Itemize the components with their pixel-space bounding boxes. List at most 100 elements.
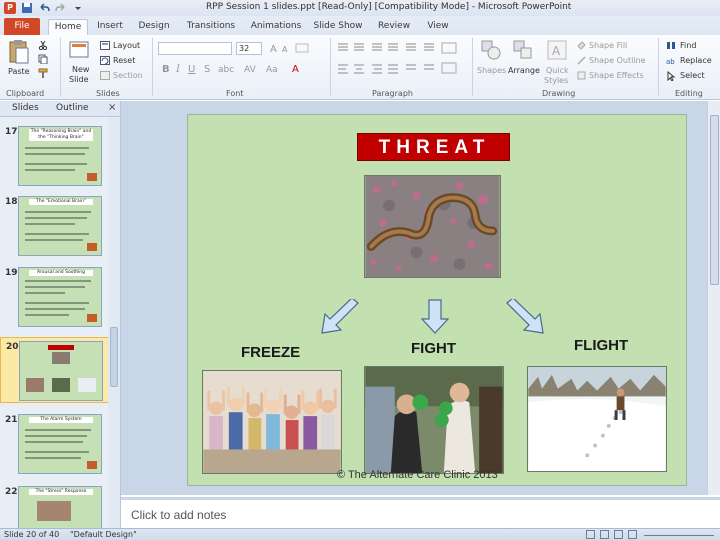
- slide-number: 18: [5, 197, 18, 207]
- font-name-combo[interactable]: [158, 42, 232, 55]
- slides-group-label: Slides: [96, 89, 120, 98]
- tab-review[interactable]: Review: [374, 19, 414, 35]
- normal-view-icon[interactable]: [586, 530, 595, 539]
- section-icon[interactable]: [100, 71, 110, 80]
- arrow-to-flight[interactable]: [505, 299, 545, 335]
- find-icon[interactable]: [666, 41, 676, 51]
- cut-icon[interactable]: [38, 40, 48, 50]
- tab-design[interactable]: Design: [134, 19, 174, 35]
- tab-slide-show[interactable]: Slide Show: [312, 19, 364, 35]
- threat-title-box[interactable]: THREAT: [357, 133, 510, 161]
- slides-pane-scrollbar[interactable]: [108, 118, 120, 528]
- thumbnail-text-line: [25, 286, 85, 288]
- freeze-photo[interactable]: [202, 370, 342, 474]
- svg-text:A: A: [270, 44, 277, 54]
- replace-icon[interactable]: ab: [666, 56, 676, 66]
- new-slide-icon[interactable]: [68, 39, 90, 61]
- ribbon-tabs: File Home Insert Design Transitions Anim…: [0, 16, 720, 35]
- slide-thumbnail-17[interactable]: 17 The "Reasoning Brain" and the "Thinki…: [0, 123, 114, 189]
- paragraph-format-icons[interactable]: [336, 41, 466, 81]
- tab-home[interactable]: Home: [48, 19, 88, 35]
- font-format-icons[interactable]: B I U Sabc AV Aa A: [160, 62, 320, 74]
- fight-photo[interactable]: [364, 366, 504, 474]
- shape-fill-button[interactable]: Shape Fill: [589, 41, 627, 50]
- title-bar: P RPP Session 1 slides.ppt [Read-Only] […: [0, 0, 720, 16]
- arrow-to-freeze[interactable]: [318, 299, 360, 335]
- layout-button[interactable]: Layout: [113, 41, 140, 50]
- slide-thumbnail-21[interactable]: 21 The Alarm System: [0, 411, 114, 477]
- paste-icon[interactable]: [8, 39, 30, 65]
- slide-thumbnail-18[interactable]: 18 The "Emotional Brain": [0, 193, 114, 259]
- freeze-label[interactable]: FREEZE: [241, 344, 300, 361]
- format-painter-icon[interactable]: [38, 68, 48, 78]
- zoom-slider[interactable]: [644, 535, 714, 536]
- fight-label[interactable]: FIGHT: [411, 340, 456, 357]
- new-slide-label-1[interactable]: New: [72, 65, 89, 74]
- tab-outline[interactable]: Outline: [56, 103, 89, 113]
- flight-photo[interactable]: [527, 366, 667, 472]
- shape-fill-icon[interactable]: [577, 41, 586, 50]
- snake-photo[interactable]: [364, 175, 501, 278]
- slide-number: 21: [5, 415, 18, 425]
- tab-slides[interactable]: Slides: [12, 103, 39, 113]
- tab-animations[interactable]: Animations: [248, 19, 304, 35]
- editing-scroll-thumb[interactable]: [710, 115, 719, 285]
- slide-thumbnail-19[interactable]: 19 Arousal and Soothing: [0, 264, 114, 330]
- select-icon[interactable]: [666, 71, 676, 81]
- thumbnail-threat-box: [48, 345, 74, 350]
- font-grow-shrink-icons[interactable]: AA: [268, 42, 314, 54]
- select-button[interactable]: Select: [680, 71, 705, 80]
- tab-transitions[interactable]: Transitions: [182, 19, 240, 35]
- tab-file[interactable]: File: [4, 18, 40, 35]
- reading-view-icon[interactable]: [614, 530, 623, 539]
- tab-insert[interactable]: Insert: [92, 19, 128, 35]
- house-logo-icon: [87, 173, 97, 181]
- thumbnail-text-line: [25, 280, 91, 282]
- section-button[interactable]: Section: [113, 71, 143, 80]
- notes-pane[interactable]: Click to add notes: [121, 497, 720, 528]
- slide-show-view-icon[interactable]: [628, 530, 637, 539]
- slide-footer[interactable]: © The Alternate Care Clinic 2013: [337, 469, 498, 481]
- replace-button[interactable]: Replace: [680, 56, 712, 65]
- reset-button[interactable]: Reset: [113, 56, 135, 65]
- new-slide-label-2[interactable]: Slide: [69, 75, 89, 84]
- slides-pane-scroll-thumb[interactable]: [110, 327, 118, 387]
- undo-icon[interactable]: [38, 2, 50, 14]
- flight-label[interactable]: FLIGHT: [574, 337, 628, 354]
- arrange-button[interactable]: Arrange: [508, 66, 540, 75]
- notes-placeholder[interactable]: Click to add notes: [131, 508, 226, 522]
- copy-icon[interactable]: [38, 54, 48, 64]
- powerpoint-app-icon[interactable]: P: [4, 2, 16, 14]
- quick-access-toolbar: P: [4, 2, 84, 14]
- thumbnail-title: The Alarm System: [29, 417, 93, 423]
- shapes-icon[interactable]: [480, 39, 502, 61]
- shape-outline-icon[interactable]: [577, 56, 586, 65]
- save-icon[interactable]: [21, 2, 33, 14]
- shape-effects-icon[interactable]: [577, 71, 586, 80]
- slide-thumbnail-20-selected[interactable]: 20: [0, 337, 114, 403]
- reset-icon[interactable]: [100, 56, 110, 65]
- ribbon-separator: [472, 38, 473, 96]
- shape-outline-button[interactable]: Shape Outline: [589, 56, 646, 65]
- layout-icon[interactable]: [100, 41, 110, 50]
- quick-styles-label-1[interactable]: Quick: [546, 66, 569, 75]
- thumbnail-title: Arousal and Soothing: [29, 270, 93, 276]
- arrow-to-fight[interactable]: [420, 299, 450, 335]
- paste-label[interactable]: Paste: [8, 67, 30, 76]
- shape-effects-button[interactable]: Shape Effects: [589, 71, 644, 80]
- slide-thumbnail-22[interactable]: 22 The "Stress" Response: [0, 483, 114, 528]
- arrange-icon[interactable]: [512, 39, 534, 61]
- editing-scrollbar[interactable]: [707, 101, 720, 495]
- close-icon[interactable]: ×: [108, 102, 116, 113]
- quick-styles-label-2[interactable]: Styles: [544, 76, 568, 85]
- redo-icon[interactable]: [55, 2, 67, 14]
- shapes-button[interactable]: Shapes: [477, 66, 506, 75]
- slide-sorter-view-icon[interactable]: [600, 530, 609, 539]
- font-size-combo[interactable]: 32: [236, 42, 262, 55]
- find-button[interactable]: Find: [680, 41, 696, 50]
- thumbnail-text-line: [25, 308, 85, 310]
- drawing-group-label: Drawing: [542, 89, 576, 98]
- customize-qat-icon[interactable]: [72, 2, 84, 14]
- tab-view[interactable]: View: [422, 19, 454, 35]
- quick-styles-icon[interactable]: A: [546, 39, 568, 61]
